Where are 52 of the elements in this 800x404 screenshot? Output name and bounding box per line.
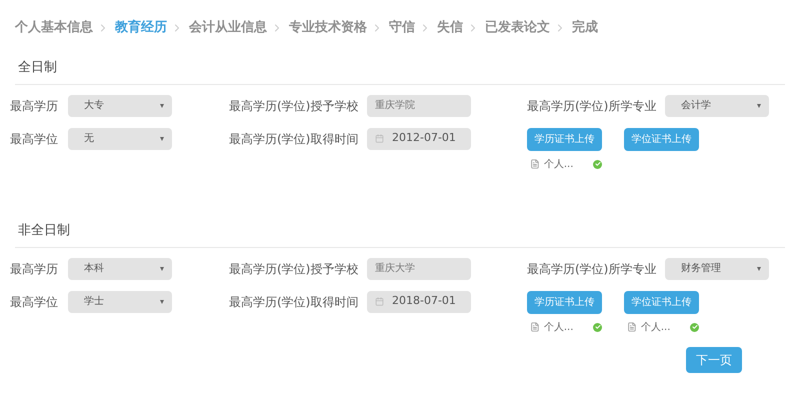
field-label: 最高学历 [10,98,59,114]
field-label: 最高学历(学位)授予学校 [229,98,360,114]
next-page-button[interactable]: 下一页 [686,346,742,372]
step-tab[interactable]: 失信 [437,18,463,38]
field-label: 最高学历(学位)取得时间 [229,294,360,310]
section-title: 全日制 [18,60,57,74]
field-label: 最高学历(学位)取得时间 [229,130,360,148]
school-field[interactable]: 重庆学院 [367,94,471,116]
step-tab[interactable]: 守信 [389,18,415,38]
dropdown[interactable]: 财务管理 [665,258,769,280]
file-name[interactable]: 个人... [544,156,594,172]
dropdown[interactable]: 学士 [68,290,172,312]
upload-button[interactable]: 学位证书上传 [624,290,699,314]
field-label: 最高学历(学位)授予学校 [229,260,360,278]
dropdown[interactable]: 大专 [68,94,172,116]
step-tab[interactable]: 教育经历 [115,18,167,38]
caret-icon [160,104,164,108]
dropdown[interactable]: 会计学 [665,94,769,116]
check-icon [593,322,602,332]
dropdown[interactable]: 本科 [68,258,172,280]
caret-icon [757,104,761,108]
section-title: 非全日制 [18,222,70,238]
file-icon [530,322,540,332]
step-tab[interactable]: 会计从业信息 [189,18,267,38]
upload-button[interactable]: 学历证书上传 [527,128,602,150]
field-label: 最高学历(学位)所学专业 [527,98,658,114]
step-tab[interactable]: 已发表论文 [485,18,550,38]
file-name[interactable]: 个人... [640,320,690,334]
school-field[interactable]: 重庆大学 [367,258,471,280]
upload-button[interactable]: 学位证书上传 [624,128,699,150]
caret-icon [160,300,164,304]
step-tab[interactable]: 个人基本信息 [15,18,93,38]
field-label: 最高学位 [10,130,59,148]
file-icon [627,322,637,332]
calendar-icon [375,134,384,143]
check-icon [690,322,700,332]
field-label: 最高学历(学位)所学专业 [527,260,658,278]
step-tab[interactable]: 专业技术资格 [289,18,367,38]
caret-icon [160,136,164,140]
file-icon [530,159,540,169]
date-field[interactable]: 2012-07-01 [367,128,471,150]
calendar-icon [375,297,384,306]
field-label: 最高学位 [10,294,59,310]
upload-button[interactable]: 学历证书上传 [527,290,602,314]
check-icon [593,160,602,168]
date-field[interactable]: 2018-07-01 [367,290,471,312]
step-tab[interactable]: 完成 [572,18,598,38]
caret-icon [160,266,164,270]
caret-icon [757,266,761,270]
field-label: 最高学历 [10,260,59,278]
dropdown[interactable]: 无 [68,128,172,150]
file-name[interactable]: 个人... [544,320,594,334]
